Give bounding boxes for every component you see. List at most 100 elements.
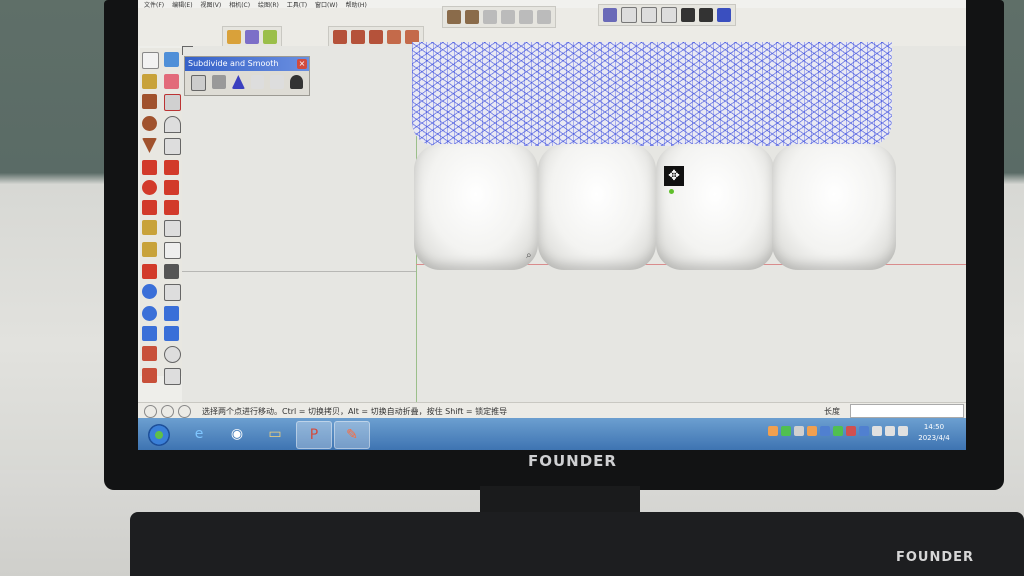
network-icon[interactable] (885, 426, 895, 436)
sandbox-stamp-icon[interactable] (387, 30, 401, 44)
tooth-model[interactable] (656, 144, 774, 270)
tray-icon[interactable] (859, 426, 869, 436)
material-sphere-icon[interactable] (245, 30, 259, 44)
top-view-icon[interactable] (465, 10, 479, 24)
zoom-extents-icon[interactable] (164, 326, 179, 341)
triangle-icon[interactable] (231, 75, 245, 89)
component-icon[interactable] (164, 52, 179, 67)
move-cursor-icon: ✥ (664, 166, 684, 186)
clock[interactable]: 14:50 2023/4/4 (914, 422, 954, 444)
tape-measure-icon[interactable] (142, 220, 157, 235)
freehand-icon[interactable] (164, 138, 181, 155)
hidden-line-style-icon[interactable] (641, 7, 657, 23)
credits-icon[interactable] (161, 405, 174, 418)
toolbar-group-sandbox (328, 26, 424, 48)
tray-icon[interactable] (846, 426, 856, 436)
3d-text-icon[interactable] (164, 264, 179, 279)
zoom-window-icon[interactable] (164, 306, 179, 321)
look-around-icon[interactable] (164, 346, 181, 363)
follow-me-icon[interactable] (164, 180, 179, 195)
screen: 文件(F) 编辑(E) 视图(V) 相机(C) 绘图(R) 工具(T) 窗口(W… (138, 0, 966, 450)
section-plane-icon[interactable] (164, 368, 181, 385)
material-ball-icon[interactable] (263, 30, 277, 44)
status-hint: 选择两个点进行移动。Ctrl = 切换拷贝，Alt = 切换自动折叠，按住 Sh… (202, 407, 508, 416)
zoom-icon[interactable] (142, 306, 157, 321)
polygon-icon[interactable] (142, 138, 157, 153)
rectangle-icon[interactable] (142, 94, 157, 109)
pan-icon[interactable] (164, 284, 181, 301)
left-view-icon[interactable] (537, 10, 551, 24)
status-icons (144, 405, 191, 418)
mono-blue-style-icon[interactable] (717, 8, 731, 22)
volume-icon[interactable] (872, 426, 882, 436)
smooth-icon[interactable] (212, 75, 226, 89)
tray-icon[interactable] (781, 426, 791, 436)
select-icon[interactable] (142, 52, 159, 69)
subdivided-mesh[interactable] (412, 42, 892, 146)
explorer-icon[interactable]: ▭ (258, 421, 292, 447)
front-view-icon[interactable] (483, 10, 497, 24)
arc-icon[interactable] (164, 116, 181, 133)
tooth-model[interactable] (772, 144, 896, 270)
sandbox-smoove-icon[interactable] (369, 30, 383, 44)
textured-style-icon[interactable] (681, 8, 695, 22)
right-view-icon[interactable] (501, 10, 515, 24)
walk-icon[interactable] (142, 368, 157, 383)
material-cube-icon[interactable] (227, 30, 241, 44)
toolbar-group-styles (598, 4, 736, 26)
dimension-icon[interactable] (164, 220, 181, 237)
scale-icon[interactable] (142, 200, 157, 215)
geo-location-icon[interactable] (144, 405, 157, 418)
user-icon[interactable] (178, 405, 191, 418)
measure-input[interactable] (850, 404, 964, 418)
protractor-icon[interactable] (142, 242, 157, 257)
rotate-icon[interactable] (142, 180, 157, 195)
status-bar: 选择两个点进行移动。Ctrl = 切换拷贝，Alt = 切换自动折叠，按住 Sh… (138, 402, 966, 419)
panel-title-text: Subdivide and Smooth (188, 59, 279, 68)
wireframe-style-icon[interactable] (621, 7, 637, 23)
keyboard (130, 512, 1024, 576)
axes-icon[interactable] (142, 264, 157, 279)
tray-icon[interactable] (820, 426, 830, 436)
push-pull-icon[interactable] (164, 160, 179, 175)
axis-origin-marker (182, 46, 193, 55)
left-toolbar (140, 48, 185, 385)
orbit-icon[interactable] (142, 284, 157, 299)
start-button[interactable] (148, 424, 170, 446)
xray-style-icon[interactable] (603, 8, 617, 22)
chrome-icon[interactable]: ◉ (220, 421, 254, 447)
zoom-cursor-icon: ⌕ (526, 250, 532, 261)
knife-icon[interactable] (270, 75, 284, 89)
sketchup-icon[interactable]: ✎ (334, 421, 370, 449)
line-icon[interactable] (164, 94, 181, 111)
weight-icon[interactable] (289, 75, 303, 89)
paint-bucket-icon[interactable] (142, 74, 157, 89)
panel-close-button[interactable]: × (297, 59, 307, 69)
iso-view-icon[interactable] (447, 10, 461, 24)
move-icon[interactable] (142, 160, 157, 175)
circle-icon[interactable] (142, 116, 157, 131)
tooth-model[interactable] (414, 144, 538, 270)
flag-icon[interactable] (898, 426, 908, 436)
tray-icon[interactable] (807, 426, 817, 436)
ie-icon[interactable]: e (182, 421, 216, 447)
tray-icon[interactable] (768, 426, 778, 436)
crease-icon[interactable] (250, 75, 265, 89)
powerpoint-icon[interactable]: P (296, 421, 332, 449)
eraser-icon[interactable] (164, 74, 179, 89)
sandbox-contours-icon[interactable] (333, 30, 347, 44)
text-icon[interactable] (164, 242, 181, 259)
tray-icon[interactable] (794, 426, 804, 436)
offset-icon[interactable] (164, 200, 179, 215)
inference-point (669, 189, 674, 194)
position-camera-icon[interactable] (142, 346, 157, 361)
tooth-model[interactable] (538, 144, 656, 270)
tray-icon[interactable] (833, 426, 843, 436)
sandbox-scratch-icon[interactable] (351, 30, 365, 44)
monochrome-style-icon[interactable] (699, 8, 713, 22)
shaded-style-icon[interactable] (661, 7, 677, 23)
cube-icon[interactable] (191, 75, 207, 91)
back-view-icon[interactable] (519, 10, 533, 24)
previous-view-icon[interactable] (142, 326, 157, 341)
subdivide-smooth-toolbar: Subdivide and Smooth × (184, 56, 310, 96)
